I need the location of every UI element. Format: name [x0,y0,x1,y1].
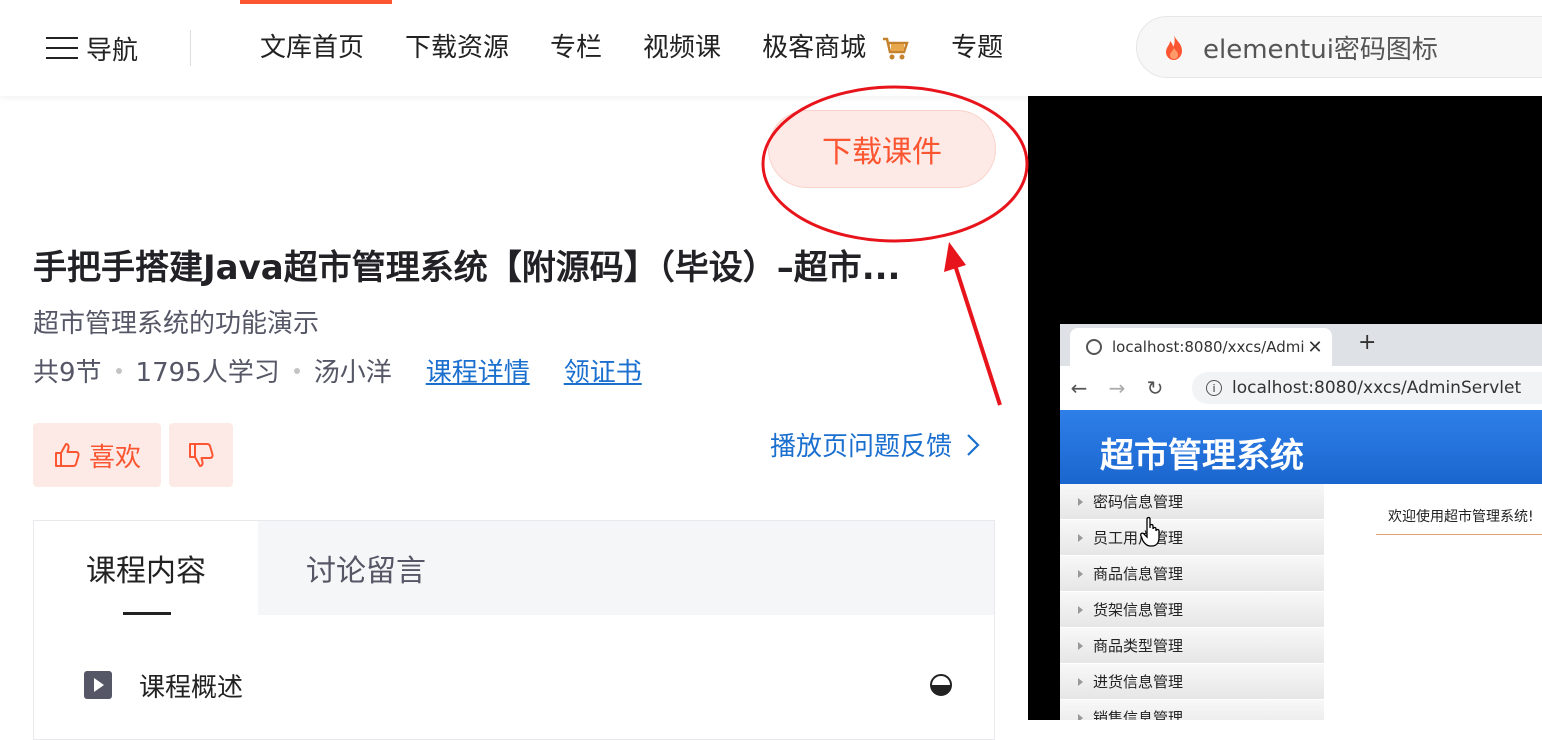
feedback-label: 播放页问题反馈 [770,432,953,462]
meta-separator [293,367,300,374]
nav-link-wenku-home[interactable]: 文库首页 [260,28,364,68]
app-menu-label: 进货信息管理 [1093,673,1184,691]
learner-count: 1795人学习 [135,358,280,388]
app-menu-label: 销售信息管理 [1093,709,1184,720]
browser-address-bar: i localhost:8080/xxcs/AdminServlet [1192,372,1542,404]
app-menu-label: 员工用户管理 [1093,529,1184,547]
back-arrow-icon: ← [1070,376,1088,400]
forward-arrow-icon: → [1108,376,1126,400]
active-nav-indicator [240,0,392,4]
search-input[interactable] [1201,31,1542,63]
thumbs-up-icon [54,443,80,467]
get-certificate-link[interactable]: 领证书 [564,352,642,389]
like-label: 喜欢 [88,442,141,473]
nav-menu-label: 导航 [86,35,139,66]
browser-toolbar: ← → ↻ i localhost:8080/xxcs/AdminServlet [1060,366,1542,411]
app-menu-label: 货架信息管理 [1093,601,1184,619]
browser-url: localhost:8080/xxcs/AdminServlet [1232,378,1522,398]
app-title: 超市管理系统 [1100,436,1304,476]
app-menu-item: 密码信息管理 [1060,484,1324,520]
app-welcome-text: 欢迎使用超市管理系统! [1388,509,1534,525]
tab-discussion[interactable]: 讨论留言 [294,521,526,615]
video-player[interactable]: localhost:8080/xxcs/AdminSer ✕ + ← → ↻ i… [1028,96,1542,720]
shopping-cart-icon [883,37,909,60]
tab-course-content-label: 课程内容 [86,554,206,589]
caret-right-icon [1078,497,1083,506]
app-menu-label: 商品信息管理 [1093,565,1184,583]
globe-icon [1086,339,1102,355]
course-content-panel: 课程内容 讨论留言 课程概述 [33,520,995,740]
nav-link-downloads[interactable]: 下载资源 [405,28,509,68]
lesson-item[interactable]: 课程概述 [34,665,994,705]
video-play-icon [84,671,112,699]
app-menu-item: 商品类型管理 [1060,628,1324,664]
info-icon: i [1206,380,1222,396]
chevron-right-icon [967,433,980,456]
hamburger-icon [46,37,78,59]
download-courseware-button[interactable]: 下载课件 [768,110,996,188]
app-menu-item: 进货信息管理 [1060,664,1324,700]
course-subtitle: 超市管理系统的功能演示 [33,309,320,339]
nav-menu-toggle[interactable]: 导航 [46,30,138,66]
browser-tab-strip: localhost:8080/xxcs/AdminSer ✕ + [1060,324,1542,366]
app-menu-label: 密码信息管理 [1093,493,1184,511]
plus-icon: + [1358,330,1377,355]
app-menu-label: 商品类型管理 [1093,637,1184,655]
top-navigation-bar: 导航 文库首页 下载资源 专栏 视频课 极客商城 专题 [0,0,1542,96]
like-button[interactable]: 喜欢 [33,423,161,487]
caret-right-icon [1078,605,1083,614]
author-name[interactable]: 汤小洋 [314,352,392,389]
browser-tab: localhost:8080/xxcs/AdminSer ✕ [1070,328,1332,366]
app-sidebar: 密码信息管理 员工用户管理 商品信息管理 货架信息管理 商品类型管理 进货信息管… [1060,484,1324,720]
half-progress-icon [930,674,952,696]
playback-feedback-link[interactable]: 播放页问题反馈 [770,426,980,463]
dislike-button[interactable] [169,423,233,487]
app-menu-item: 商品信息管理 [1060,556,1324,592]
caret-right-icon [1078,533,1083,542]
lesson-title: 课程概述 [139,672,244,703]
nav-link-geek-mall-label: 极客商城 [762,33,867,63]
search-box[interactable] [1136,16,1542,78]
nav-divider [190,30,191,66]
course-meta: 共9节 1795人学习 汤小洋 课程详情 领证书 [33,352,642,389]
course-details-link[interactable]: 课程详情 [426,352,530,389]
caret-right-icon [1078,713,1083,720]
section-count: 共9节 [33,358,102,388]
close-icon: ✕ [1307,336,1323,358]
app-main: 欢迎使用超市管理系统! [1328,484,1542,720]
tab-course-content[interactable]: 课程内容 [34,521,258,615]
app-header: 超市管理系统 [1060,410,1542,484]
nav-link-column[interactable]: 专栏 [550,28,602,68]
course-title: 手把手搭建Java超市管理系统【附源码】（毕设）–超市... [33,248,901,288]
app-menu-item: 员工用户管理 [1060,520,1324,556]
tab-discussion-label: 讨论留言 [306,554,426,589]
video-frame-browser: localhost:8080/xxcs/AdminSer ✕ + ← → ↻ i… [1060,324,1542,720]
caret-right-icon [1078,569,1083,578]
nav-link-topics[interactable]: 专题 [951,28,1003,68]
caret-right-icon [1078,677,1083,686]
content-tabs: 课程内容 讨论留言 [34,521,994,615]
nav-link-video-course[interactable]: 视频课 [643,28,721,68]
app-menu-item: 销售信息管理 [1060,700,1324,720]
thumbs-down-icon [189,443,214,467]
active-tab-underline [123,612,171,615]
nav-link-geek-mall[interactable]: 极客商城 [762,28,910,68]
hand-cursor-icon [1140,516,1160,547]
meta-separator [115,367,122,374]
app-menu-item: 货架信息管理 [1060,592,1324,628]
browser-tab-title: localhost:8080/xxcs/AdminSer [1112,338,1304,356]
welcome-underline [1376,534,1542,535]
caret-right-icon [1078,641,1083,650]
fire-icon [1166,35,1182,60]
reload-icon: ↻ [1146,376,1164,400]
